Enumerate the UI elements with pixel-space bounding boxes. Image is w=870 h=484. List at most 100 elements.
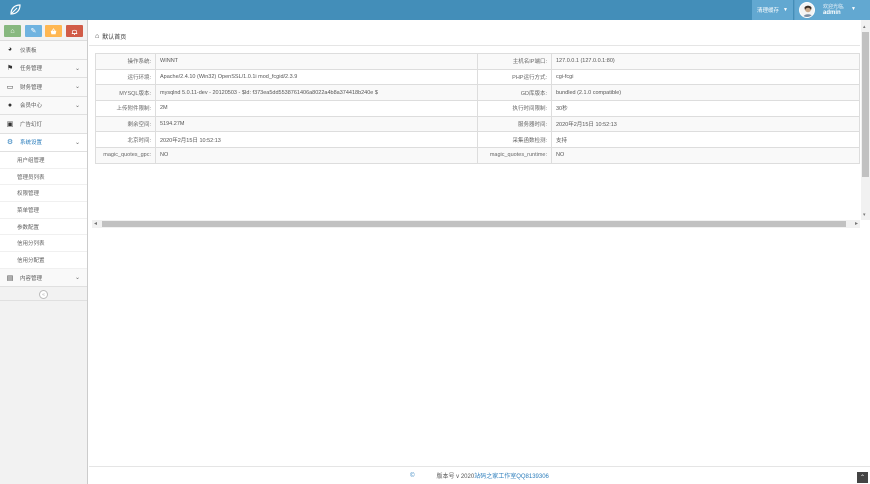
breadcrumb-label[interactable]: 默认首页 — [102, 32, 126, 41]
table-row: magic_quotes_gpc: NO magic_quotes_runtim… — [95, 147, 860, 164]
arrow-down-icon[interactable]: ▾ — [863, 212, 866, 218]
sidebar-subitem-label: 信用分配置 — [17, 257, 45, 264]
sidebar-item-dashboard[interactable]: ◕ 仪表板 — [0, 41, 87, 60]
table-row: 剩余空间: 5194.27M 服务器时间: 2020年2月15日 10:52:1… — [95, 115, 860, 133]
sidebar-subitem-credit-config[interactable]: 信用分配置 — [0, 252, 87, 269]
sidebar-subitem-usergroups[interactable]: 用户组管理 — [0, 152, 87, 169]
studio-link[interactable]: 站码之家工作室QQ8139306 — [474, 471, 549, 480]
info-key: GD库版本: — [477, 84, 552, 102]
table-row: MYSQL版本: mysqlnd 5.0.11-dev - 20120503 -… — [95, 84, 860, 102]
sidebar: ⌂ ✎ ◕ 仪表板 ⚑ 任务管理 ⌄ ▭ 财务管理 ⌄ ● 会员中心 ⌄ ▣ 广… — [0, 20, 88, 484]
footer: © 版本号 v 2020 站码之家工作室QQ8139306 — [89, 466, 870, 484]
home-icon: ⌂ — [10, 27, 15, 35]
info-value: 2020年2月15日 10:52:13 — [155, 131, 478, 149]
copyright-symbol: © — [410, 472, 415, 479]
sidebar-subitem-label: 菜单管理 — [17, 207, 40, 214]
info-key: 执行时间限制: — [477, 100, 552, 117]
back-to-top-button[interactable]: ⌃ — [857, 472, 868, 483]
sidebar-subitem-label: 权限管理 — [17, 191, 40, 198]
sidebar-item-finance[interactable]: ▭ 财务管理 ⌄ — [0, 78, 87, 97]
table-row: 北京时间: 2020年2月15日 10:52:13 采集函数检测: 支持 — [95, 131, 860, 149]
sidebar-item-label: 任务管理 — [20, 66, 43, 73]
breadcrumb: ⌂ 默认首页 — [89, 28, 860, 46]
sidebar-item-members[interactable]: ● 会员中心 ⌄ — [0, 96, 87, 115]
info-value: WINNT — [155, 53, 478, 70]
sidebar-item-ads[interactable]: ▣ 广告幻灯 — [0, 115, 87, 134]
chevron-down-icon: ⌄ — [74, 65, 80, 72]
scrollbar-thumb[interactable] — [862, 32, 869, 177]
sidebar-item-label: 财务管理 — [20, 84, 43, 91]
sidebar-item-label: 系统设置 — [20, 140, 43, 147]
shortcut-bell-button[interactable] — [66, 25, 83, 37]
sidebar-subitem-label: 参数配置 — [17, 224, 40, 231]
chevron-down-icon: ⌄ — [74, 274, 80, 281]
sidebar-item-content[interactable]: ▤ 内容管理 ⌄ — [0, 268, 87, 288]
info-value: 127.0.0.1 (127.0.0.1:80) — [551, 53, 860, 70]
sidebar-subitem-label: 信用分列表 — [17, 241, 45, 248]
shortcut-basket-button[interactable] — [45, 25, 62, 37]
leaf-logo-icon[interactable] — [9, 4, 21, 16]
sidebar-subitem-admins[interactable]: 管理员列表 — [0, 168, 87, 186]
book-icon: ▤ — [6, 274, 14, 282]
info-key: MYSQL版本: — [95, 84, 156, 102]
shortcut-home-button[interactable]: ⌂ — [4, 25, 21, 37]
info-key: 采集函数检测: — [477, 131, 552, 149]
sidebar-subitem-params[interactable]: 参数配置 — [0, 218, 87, 236]
sidebar-subitem-label: 管理员列表 — [17, 174, 45, 181]
info-value: NO — [155, 147, 478, 164]
info-value: cgi-fcgi — [551, 68, 860, 86]
clear-cache-button[interactable]: 清理缓存 ▼ — [752, 0, 793, 20]
sidebar-subitem-credit-list[interactable]: 信用分列表 — [0, 235, 87, 253]
info-value: 5194.27M — [155, 115, 478, 133]
sidebar-subitem-label: 用户组管理 — [17, 157, 45, 164]
collapse-sidebar-button[interactable]: « — [39, 290, 48, 300]
flag-icon: ⚑ — [6, 65, 14, 73]
sidebar-item-label: 内容管理 — [20, 275, 43, 282]
sidebar-subitem-permissions[interactable]: 权限管理 — [0, 185, 87, 203]
arrow-up-icon[interactable]: ▴ — [863, 24, 866, 30]
sidebar-item-label: 仪表板 — [20, 47, 37, 54]
horizontal-scrollbar[interactable]: ◂ ▸ — [92, 220, 860, 228]
version-text: 版本号 v 2020 — [436, 474, 475, 480]
shortcut-bar: ⌂ ✎ — [0, 20, 87, 41]
info-key: 服务器时间: — [477, 115, 552, 133]
arrow-right-icon[interactable]: ▸ — [855, 220, 858, 227]
info-key: magic_quotes_gpc: — [95, 147, 156, 164]
caret-down-icon: ▼ — [783, 7, 788, 13]
server-info-table: 操作系统: WINNT 主机名IP端口: 127.0.0.1 (127.0.0.… — [95, 53, 860, 164]
info-key: 剩余空间: — [95, 115, 156, 133]
user-menu[interactable]: 欢迎光临, admin ▼ — [794, 0, 870, 20]
scrollbar-thumb[interactable] — [102, 221, 846, 227]
chevron-down-icon: ⌄ — [74, 84, 80, 90]
info-key: PHP运行方式: — [477, 68, 552, 86]
chevron-up-icon: ⌄ — [74, 139, 80, 146]
shortcut-pencil-button[interactable]: ✎ — [25, 25, 42, 37]
table-row: 运行环境: Apache/2.4.10 (Win32) OpenSSL/1.0.… — [95, 68, 860, 86]
info-value: Apache/2.4.10 (Win32) OpenSSL/1.0.1i mod… — [155, 68, 478, 86]
sidebar-item-settings[interactable]: ⚙ 系统设置 ⌄ — [0, 133, 87, 152]
info-value: bundled (2.1.0 compatible) — [551, 84, 860, 102]
arrow-left-icon[interactable]: ◂ — [94, 220, 97, 227]
sidebar-item-tasks[interactable]: ⚑ 任务管理 ⌄ — [0, 59, 87, 78]
double-chevron-up-icon: ⌃ — [859, 475, 866, 481]
sidebar-item-label: 会员中心 — [20, 103, 43, 110]
info-value: 支持 — [551, 131, 860, 149]
double-chevron-left-icon: « — [42, 291, 45, 298]
home-icon: ⌂ — [95, 33, 100, 40]
info-key: 主机名IP端口: — [477, 53, 552, 70]
info-value: 2020年2月15日 10:52:13 — [551, 115, 860, 133]
username: admin — [823, 10, 841, 16]
gear-icon: ⚙ — [6, 139, 14, 147]
dashboard-icon: ◕ — [7, 46, 13, 54]
info-value: mysqlnd 5.0.11-dev - 20120503 - $Id: f37… — [155, 84, 478, 102]
sidebar-subitem-menus[interactable]: 菜单管理 — [0, 202, 87, 219]
user-icon: ● — [7, 101, 13, 109]
basket-icon — [50, 27, 57, 34]
info-key: 上传附件限制: — [95, 100, 156, 117]
info-key: 运行环境: — [95, 68, 156, 86]
bell-icon — [71, 29, 78, 35]
table-row: 操作系统: WINNT 主机名IP端口: 127.0.0.1 (127.0.0.… — [95, 53, 860, 70]
hdd-icon: ▭ — [6, 83, 14, 91]
vertical-scrollbar[interactable]: ▴ ▾ — [861, 20, 870, 220]
sidebar-item-label: 广告幻灯 — [20, 121, 43, 128]
